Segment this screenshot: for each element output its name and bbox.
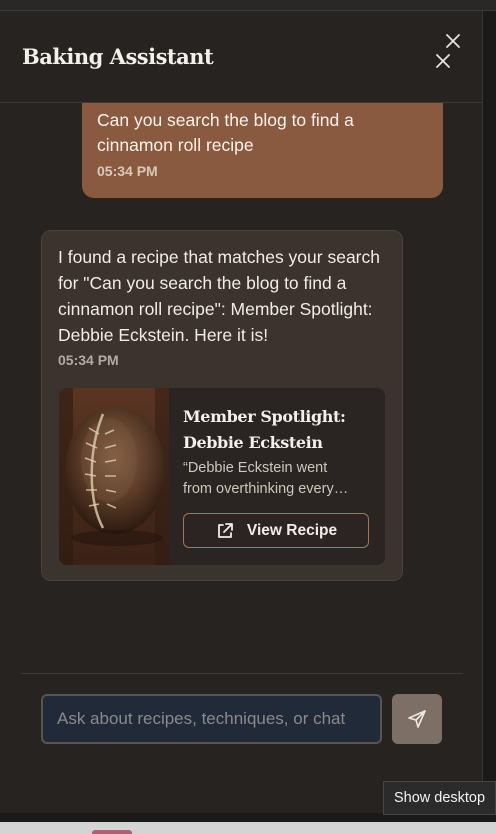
taskbar-strip	[0, 822, 496, 834]
send-icon	[408, 710, 426, 728]
user-message-text: Can you search the blog to find a cinnam…	[97, 110, 354, 155]
chat-header: Baking Assistant	[0, 11, 482, 103]
message-list[interactable]: Can you search the blog to find a cinnam…	[0, 103, 482, 651]
close-icon[interactable]	[443, 31, 463, 51]
panel-title: Baking Assistant	[22, 44, 214, 69]
recipe-description-line: from overthinking every…	[183, 481, 349, 497]
screen: Baking Assistant Can you search the blog…	[0, 0, 496, 834]
view-recipe-button[interactable]: View Recipe	[183, 513, 369, 548]
composer-divider	[21, 673, 463, 674]
show-desktop-tooltip: Show desktop	[383, 781, 496, 815]
recipe-description-line: “Debbie Eckstein went	[183, 460, 328, 476]
recipe-thumbnail	[59, 388, 169, 565]
external-link-icon	[218, 522, 233, 538]
assistant-message-time: 05:34 PM	[58, 352, 119, 368]
assistant-message: I found a recipe that matches your searc…	[41, 230, 403, 581]
message-input[interactable]	[43, 696, 380, 742]
recipe-card[interactable]: Member Spotlight: Debbie Eckstein “Debbi…	[59, 388, 385, 565]
user-message-time: 05:34 PM	[97, 163, 158, 179]
message-input-wrapper	[41, 694, 382, 744]
recipe-description: “Debbie Eckstein went from overthinking …	[183, 458, 373, 500]
chat-panel: Baking Assistant Can you search the blog…	[0, 11, 483, 813]
close-panel-button[interactable]	[433, 51, 453, 71]
taskbar-tab[interactable]	[92, 830, 132, 834]
user-message: Can you search the blog to find a cinnam…	[82, 103, 443, 198]
view-recipe-label: View Recipe	[246, 521, 338, 539]
send-button[interactable]	[392, 694, 442, 744]
assistant-message-text: I found a recipe that matches your searc…	[58, 247, 380, 345]
recipe-title: Member Spotlight: Debbie Eckstein	[183, 407, 346, 452]
top-window-strip	[0, 0, 496, 11]
